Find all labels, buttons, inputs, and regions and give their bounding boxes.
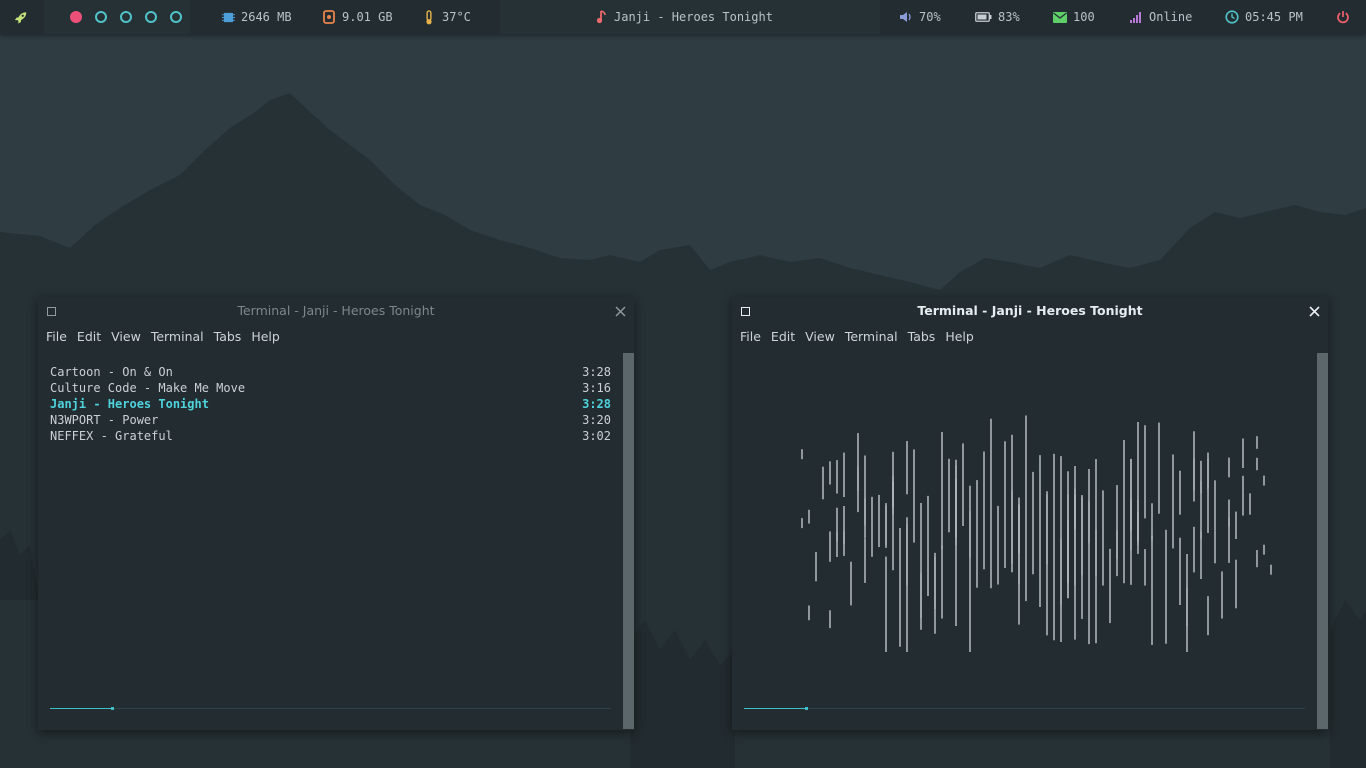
playlist-row[interactable]: Culture Code - Make Me Move 3:16 (50, 380, 611, 396)
volume-value: 70% (919, 10, 941, 24)
playlist-row-current[interactable]: Janji - Heroes Tonight 3:28 (50, 396, 611, 412)
track-duration: 3:02 (582, 429, 611, 443)
progress-fill (744, 708, 806, 709)
window-titlebar[interactable]: Terminal - Janji - Heroes Tonight (38, 297, 634, 325)
clock-indicator[interactable]: 05:45 PM (1225, 0, 1303, 34)
playback-progress-bar[interactable] (50, 707, 611, 710)
battery-indicator: 83% (974, 0, 1020, 34)
mail-icon (1053, 10, 1067, 24)
track-title: N3WPORT - Power (50, 413, 159, 427)
network-status: Online (1149, 10, 1193, 24)
workspace-2-button[interactable] (95, 11, 107, 23)
terminal-window-visualizer[interactable]: Terminal - Janji - Heroes Tonight File E… (732, 297, 1328, 730)
menu-file[interactable]: File (46, 329, 67, 347)
memory-chip-icon (221, 10, 235, 24)
menu-tabs[interactable]: Tabs (214, 329, 242, 347)
menu-terminal[interactable]: Terminal (151, 329, 204, 347)
track-duration: 3:20 (582, 413, 611, 427)
close-icon (614, 305, 626, 317)
close-button[interactable] (612, 303, 628, 319)
progress-knob[interactable] (804, 707, 808, 710)
scrollbar-thumb[interactable] (623, 353, 634, 729)
playlist-row[interactable]: N3WPORT - Power 3:20 (50, 412, 611, 428)
menu-edit[interactable]: Edit (77, 329, 101, 347)
workspace-5-button[interactable] (170, 11, 182, 23)
workspace-3-button[interactable] (120, 11, 132, 23)
power-icon (1336, 10, 1350, 24)
volume-icon (899, 10, 913, 24)
thermometer-icon (422, 9, 436, 24)
now-playing-text: Janji - Heroes Tonight (614, 10, 773, 24)
now-playing-indicator[interactable]: Janji - Heroes Tonight (594, 0, 773, 34)
track-title: Culture Code - Make Me Move (50, 381, 246, 395)
track-duration: 3:16 (582, 381, 611, 395)
playback-progress-bar[interactable] (744, 707, 1305, 710)
track-duration: 3:28 (582, 397, 611, 411)
menu-help[interactable]: Help (251, 329, 280, 347)
battery-icon (974, 10, 992, 24)
progress-fill (50, 708, 112, 709)
battery-value: 83% (998, 10, 1020, 24)
workspace-1-button[interactable] (70, 11, 82, 23)
playlist-row[interactable]: Cartoon - On & On 3:28 (50, 364, 611, 380)
clock-icon (1225, 10, 1239, 24)
playlist-row[interactable]: NEFFEX - Grateful 3:02 (50, 428, 611, 444)
launcher-button[interactable] (14, 0, 34, 34)
network-indicator[interactable]: Online (1129, 0, 1192, 34)
terminal-menubar: File Edit View Terminal Tabs Help (38, 329, 282, 347)
disk-value: 9.01 GB (342, 10, 393, 24)
audio-visualizer (801, 415, 1272, 652)
hard-disk-icon (322, 10, 336, 24)
menu-view[interactable]: View (111, 329, 141, 347)
disk-indicator: 9.01 GB (322, 0, 393, 34)
track-title: NEFFEX - Grateful (50, 429, 173, 443)
signal-bars-icon (1129, 10, 1143, 24)
track-title: Cartoon - On & On (50, 365, 173, 379)
terminal-scrollbar[interactable] (623, 353, 634, 729)
mail-indicator[interactable]: 100 (1053, 0, 1095, 34)
mail-count: 100 (1073, 10, 1095, 24)
top-panel: 2646 MB 9.01 GB 37°C Janji - Heroes Toni… (0, 0, 1366, 34)
terminal-window-playlist[interactable]: Terminal - Janji - Heroes Tonight File E… (38, 297, 634, 730)
window-title: Terminal - Janji - Heroes Tonight (237, 303, 435, 318)
playlist: Cartoon - On & On 3:28 Culture Code - Ma… (50, 364, 611, 444)
memory-indicator: 2646 MB (221, 0, 292, 34)
workspace-4-button[interactable] (145, 11, 157, 23)
music-note-icon (594, 10, 608, 24)
power-button[interactable] (1336, 0, 1356, 34)
clock-time: 05:45 PM (1245, 10, 1303, 24)
track-duration: 3:28 (582, 365, 611, 379)
memory-value: 2646 MB (241, 10, 292, 24)
temperature-value: 37°C (442, 10, 471, 24)
rocket-icon (14, 10, 28, 24)
volume-indicator[interactable]: 70% (899, 0, 941, 34)
progress-knob[interactable] (110, 707, 114, 710)
track-title: Janji - Heroes Tonight (50, 397, 209, 411)
temperature-indicator: 37°C (422, 0, 471, 34)
